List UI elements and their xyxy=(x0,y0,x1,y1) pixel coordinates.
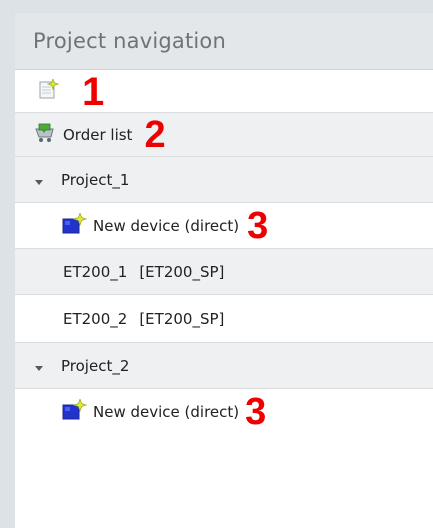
new-project-icon[interactable] xyxy=(38,77,60,105)
marker-3: 3 xyxy=(247,204,269,247)
tree-device-et200-1[interactable]: ET200_1 [ET200_SP] xyxy=(15,249,433,295)
new-device-label: New device (direct) xyxy=(93,403,240,421)
tree-project-2[interactable]: Project_2 xyxy=(15,343,433,389)
chevron-down-icon[interactable] xyxy=(35,180,43,185)
order-list-label: Order list xyxy=(63,125,133,144)
new-device-icon xyxy=(61,211,88,239)
marker-3: 3 xyxy=(245,391,267,433)
project-name: Project_2 xyxy=(61,356,130,375)
marker-1: 1 xyxy=(82,69,105,114)
new-device-icon xyxy=(61,397,88,425)
toolbar-row: 1 xyxy=(15,71,433,113)
device-type: [ET200_SP] xyxy=(139,309,225,328)
tree-project-1[interactable]: Project_1 xyxy=(15,157,433,203)
new-device-row-1[interactable]: New device (direct) 3 xyxy=(15,203,433,249)
device-name: ET200_2 xyxy=(63,309,128,328)
cart-icon xyxy=(33,122,57,148)
project-navigation-panel: Project navigation 1 Order list 2 Projec… xyxy=(15,13,433,528)
device-type: [ET200_SP] xyxy=(139,262,225,281)
marker-2: 2 xyxy=(144,113,166,156)
chevron-down-icon[interactable] xyxy=(35,366,43,371)
panel-title: Project navigation xyxy=(33,29,226,53)
project-name: Project_1 xyxy=(61,170,130,189)
panel-header: Project navigation xyxy=(15,13,433,70)
tree-device-et200-2[interactable]: ET200_2 [ET200_SP] xyxy=(15,295,433,343)
device-name: ET200_1 xyxy=(63,262,128,281)
order-list-row[interactable]: Order list 2 xyxy=(15,113,433,157)
new-device-row-2[interactable]: New device (direct) 3 xyxy=(15,389,433,435)
new-device-label: New device (direct) xyxy=(93,216,240,235)
